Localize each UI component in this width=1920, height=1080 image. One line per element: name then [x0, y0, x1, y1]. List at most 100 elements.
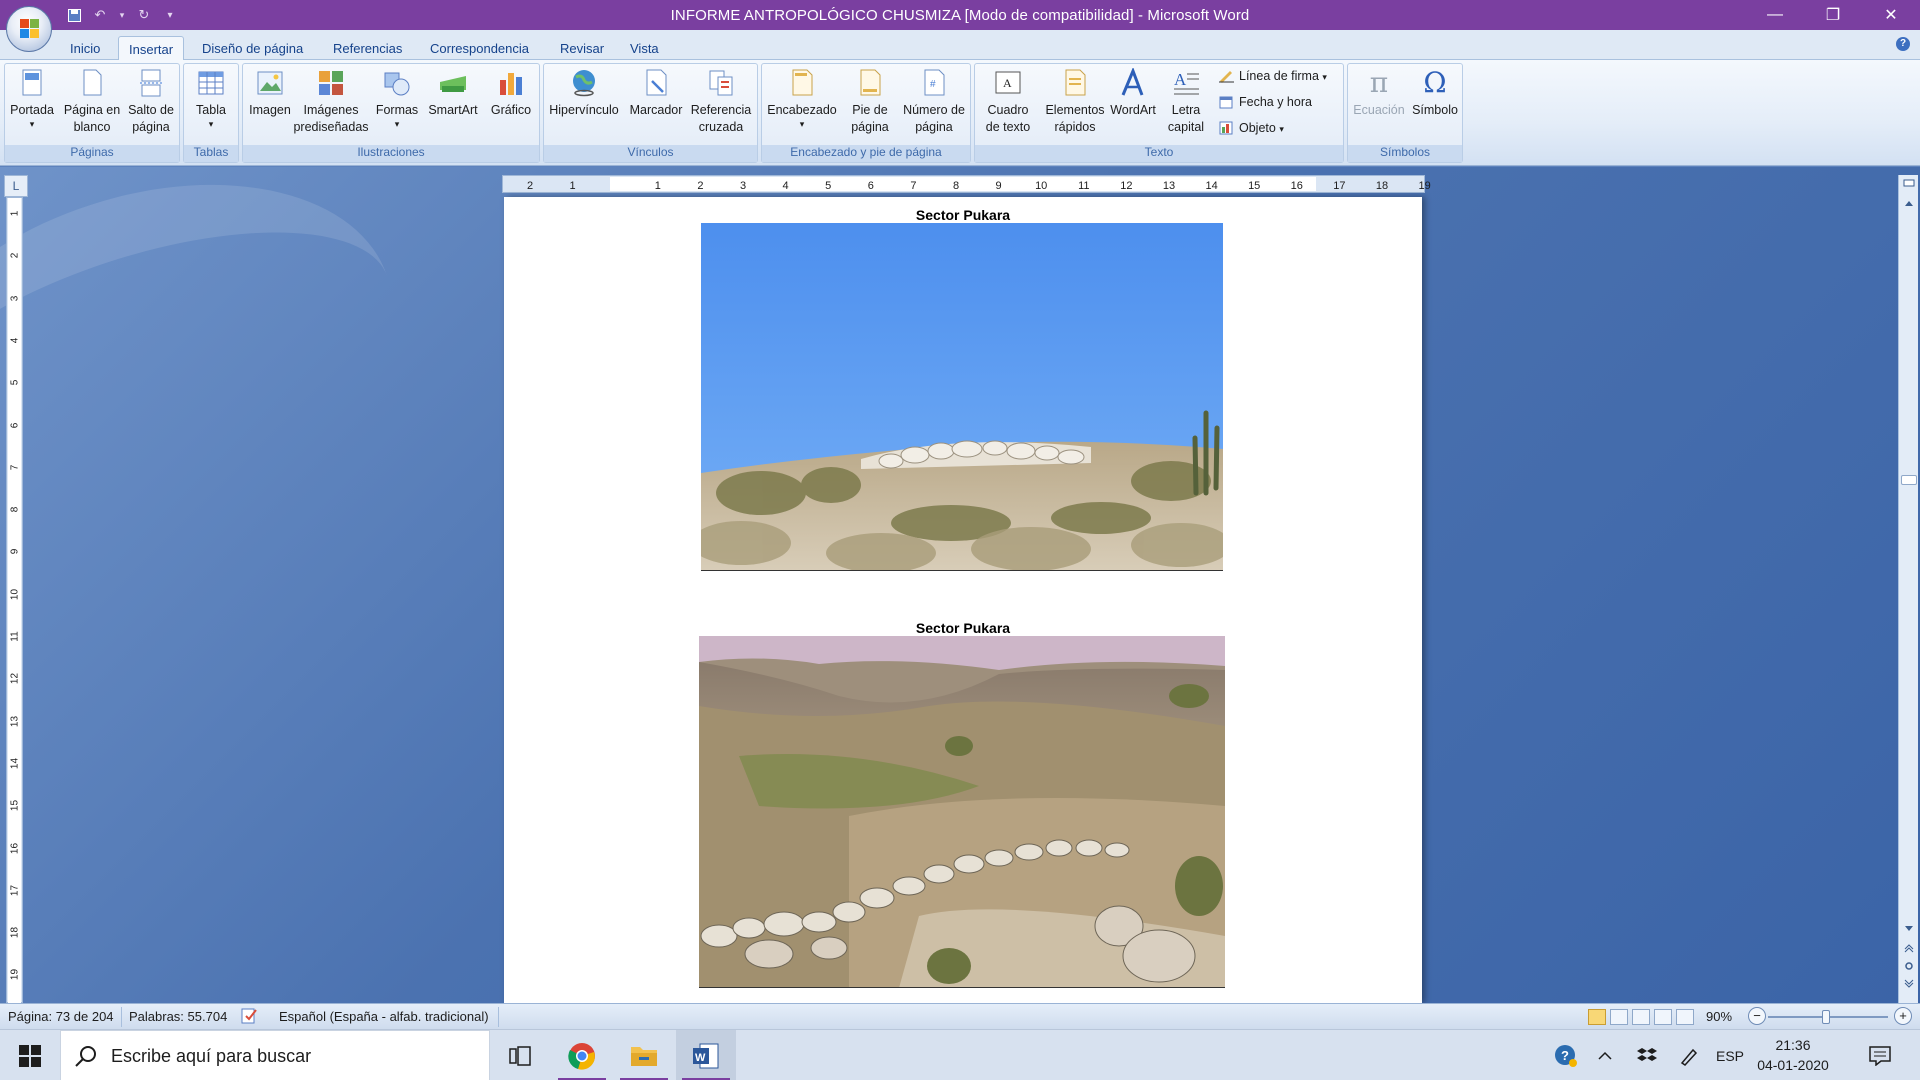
ruler-tick: 2: [526, 180, 534, 192]
taskbar-search-box[interactable]: Escribe aquí para buscar: [60, 1030, 490, 1080]
tab-vista[interactable]: Vista: [620, 36, 669, 60]
wordart-button[interactable]: WordArt: [1103, 66, 1163, 119]
word-count-status[interactable]: Palabras: 55.704: [129, 1009, 227, 1024]
referencia-cruzada-button[interactable]: Referencia cruzada: [688, 68, 754, 136]
outline-view-button[interactable]: [1654, 1009, 1672, 1025]
close-button[interactable]: ✕: [1862, 0, 1920, 30]
show-hidden-icons-chevron-icon[interactable]: [1590, 1030, 1620, 1080]
notifications-icon[interactable]: [1860, 1030, 1900, 1080]
file-explorer-taskbar-button[interactable]: [614, 1030, 674, 1080]
status-bar: Página: 73 de 204 Palabras: 55.704 Españ…: [0, 1003, 1920, 1029]
tabla-button[interactable]: Tabla ▾: [188, 68, 234, 129]
window-title: INFORME ANTROPOLÓGICO CHUSMIZA [Modo de …: [670, 7, 1250, 24]
hipervinculo-button[interactable]: Hipervínculo: [546, 68, 622, 119]
objeto-button[interactable]: Objeto ▾: [1219, 118, 1284, 138]
print-layout-view-button[interactable]: [1588, 1009, 1606, 1025]
tab-referencias[interactable]: Referencias: [323, 36, 412, 60]
pie-de-pagina-button[interactable]: Pie de página: [842, 68, 898, 136]
input-language[interactable]: ESP: [1712, 1030, 1748, 1080]
linea-de-firma-button[interactable]: Línea de firma ▾: [1219, 66, 1327, 86]
cross-reference-icon: [706, 68, 736, 98]
imagen-button[interactable]: Imagen: [247, 68, 293, 119]
grafico-button[interactable]: Gráfico: [485, 68, 537, 119]
letra-capital-button[interactable]: A Letra capital: [1161, 68, 1211, 136]
photo-sector-pukara-2[interactable]: [699, 636, 1225, 988]
office-button[interactable]: [6, 6, 52, 52]
minimize-button[interactable]: —: [1746, 0, 1804, 30]
group-texto: A Cuadro de texto Elementos rápidos Word…: [974, 63, 1344, 163]
ruler-tick: 2: [697, 180, 704, 192]
scroll-down-button[interactable]: [1901, 923, 1917, 939]
zoom-in-button[interactable]: +: [1894, 1007, 1912, 1025]
chart-icon: [496, 68, 526, 98]
tab-insertar[interactable]: Insertar: [118, 36, 185, 60]
help-tray-icon[interactable]: ?: [1548, 1030, 1584, 1080]
tab-selector[interactable]: L: [4, 175, 28, 197]
group-label-vinculos: Vínculos: [544, 145, 757, 162]
simbolo-button[interactable]: Ω Símbolo: [1408, 68, 1462, 119]
tab-inicio[interactable]: Inicio: [60, 36, 110, 60]
system-clock[interactable]: 21:36 04-01-2020: [1748, 1035, 1838, 1075]
svg-text:W: W: [695, 1052, 706, 1064]
photo-caption: Sector Pukara: [915, 620, 1011, 636]
pen-workspace-icon[interactable]: [1672, 1030, 1706, 1080]
scrollbar-thumb[interactable]: [1901, 475, 1917, 485]
zoom-level[interactable]: 90%: [1706, 1009, 1732, 1024]
dropbox-icon[interactable]: [1630, 1030, 1664, 1080]
ruler-tick: 3: [9, 295, 21, 301]
elementos-rapidos-button[interactable]: Elementos rápidos: [1039, 68, 1111, 136]
web-layout-view-button[interactable]: [1632, 1009, 1650, 1025]
page-count-status[interactable]: Página: 73 de 204: [8, 1009, 114, 1024]
clock-date: 04-01-2020: [1757, 1057, 1829, 1073]
vertical-ruler[interactable]: 1 2 3 4 5 6 7 8 9 10 11 12 13 14 15 16 17 18 19: [6, 197, 23, 1004]
zoom-out-button[interactable]: −: [1748, 1007, 1766, 1025]
restore-button[interactable]: ❐: [1804, 0, 1862, 30]
cuadro-de-texto-button[interactable]: A Cuadro de texto: [977, 68, 1039, 136]
ruler-tick: 17: [1333, 180, 1346, 192]
ruler-text-area: [8, 198, 21, 1004]
tab-diseno-de-pagina[interactable]: Diseño de página: [192, 36, 313, 60]
photo-sector-pukara-1[interactable]: [701, 223, 1223, 571]
scroll-up-button[interactable]: [1901, 197, 1917, 213]
encabezado-button[interactable]: Encabezado ▾: [764, 68, 840, 129]
language-status[interactable]: Español (España - alfab. tradicional): [279, 1009, 489, 1024]
tab-revisar[interactable]: Revisar: [550, 36, 614, 60]
start-button[interactable]: [0, 1030, 60, 1080]
previous-page-button[interactable]: [1901, 943, 1917, 959]
word-taskbar-button[interactable]: W: [676, 1030, 736, 1080]
portada-button[interactable]: Portada ▾: [7, 68, 57, 129]
text-box-icon: A: [993, 68, 1023, 98]
windows-logo-icon: [19, 1044, 41, 1067]
svg-text:#: #: [930, 79, 936, 90]
group-vinculos: Hipervínculo Marcador Referencia cruzada…: [543, 63, 758, 163]
tab-correspondencia[interactable]: Correspondencia: [420, 36, 539, 60]
marcador-button[interactable]: Marcador: [624, 68, 688, 119]
document-page[interactable]: Sector Pukara Sector Pukara: [504, 197, 1422, 1003]
hyperlink-globe-icon: [569, 68, 599, 98]
signature-line-icon: [1219, 69, 1234, 83]
horizontal-ruler[interactable]: 2 1 1 2 3 4 5 6 7 8 9 10 11 12 13 14 15 16 17 18 19: [502, 175, 1431, 193]
draft-view-button[interactable]: [1676, 1009, 1694, 1025]
full-screen-reading-view-button[interactable]: [1610, 1009, 1628, 1025]
select-browse-object-icon[interactable]: [1901, 961, 1917, 977]
window-controls: — ❐ ✕: [1746, 0, 1920, 30]
next-page-button[interactable]: [1901, 979, 1917, 995]
smartart-button[interactable]: SmartArt: [425, 68, 481, 119]
task-view-button[interactable]: [490, 1030, 550, 1080]
fecha-y-hora-button[interactable]: Fecha y hora: [1219, 92, 1312, 112]
ruler-tick: 1: [9, 210, 21, 217]
numero-de-pagina-button[interactable]: # Número de página: [898, 68, 970, 136]
zoom-slider-thumb[interactable]: [1822, 1010, 1830, 1024]
chrome-taskbar-button[interactable]: [552, 1030, 612, 1080]
help-icon[interactable]: ?: [1896, 37, 1910, 51]
ruler-tick: 6: [867, 180, 874, 192]
proofing-icon[interactable]: [240, 1007, 260, 1028]
imagenes-predisenadas-button[interactable]: Imágenes prediseñadas: [293, 68, 369, 136]
ruler-tick: 6: [9, 422, 21, 428]
ecuacion-button[interactable]: π Ecuación: [1350, 68, 1408, 119]
pagina-en-blanco-button[interactable]: Página en blanco: [61, 68, 123, 136]
salto-de-pagina-button[interactable]: Salto de página: [123, 68, 179, 136]
vertical-scrollbar[interactable]: [1898, 175, 1918, 1003]
formas-button[interactable]: Formas ▾: [371, 68, 423, 129]
view-ruler-icon[interactable]: [1901, 177, 1917, 193]
